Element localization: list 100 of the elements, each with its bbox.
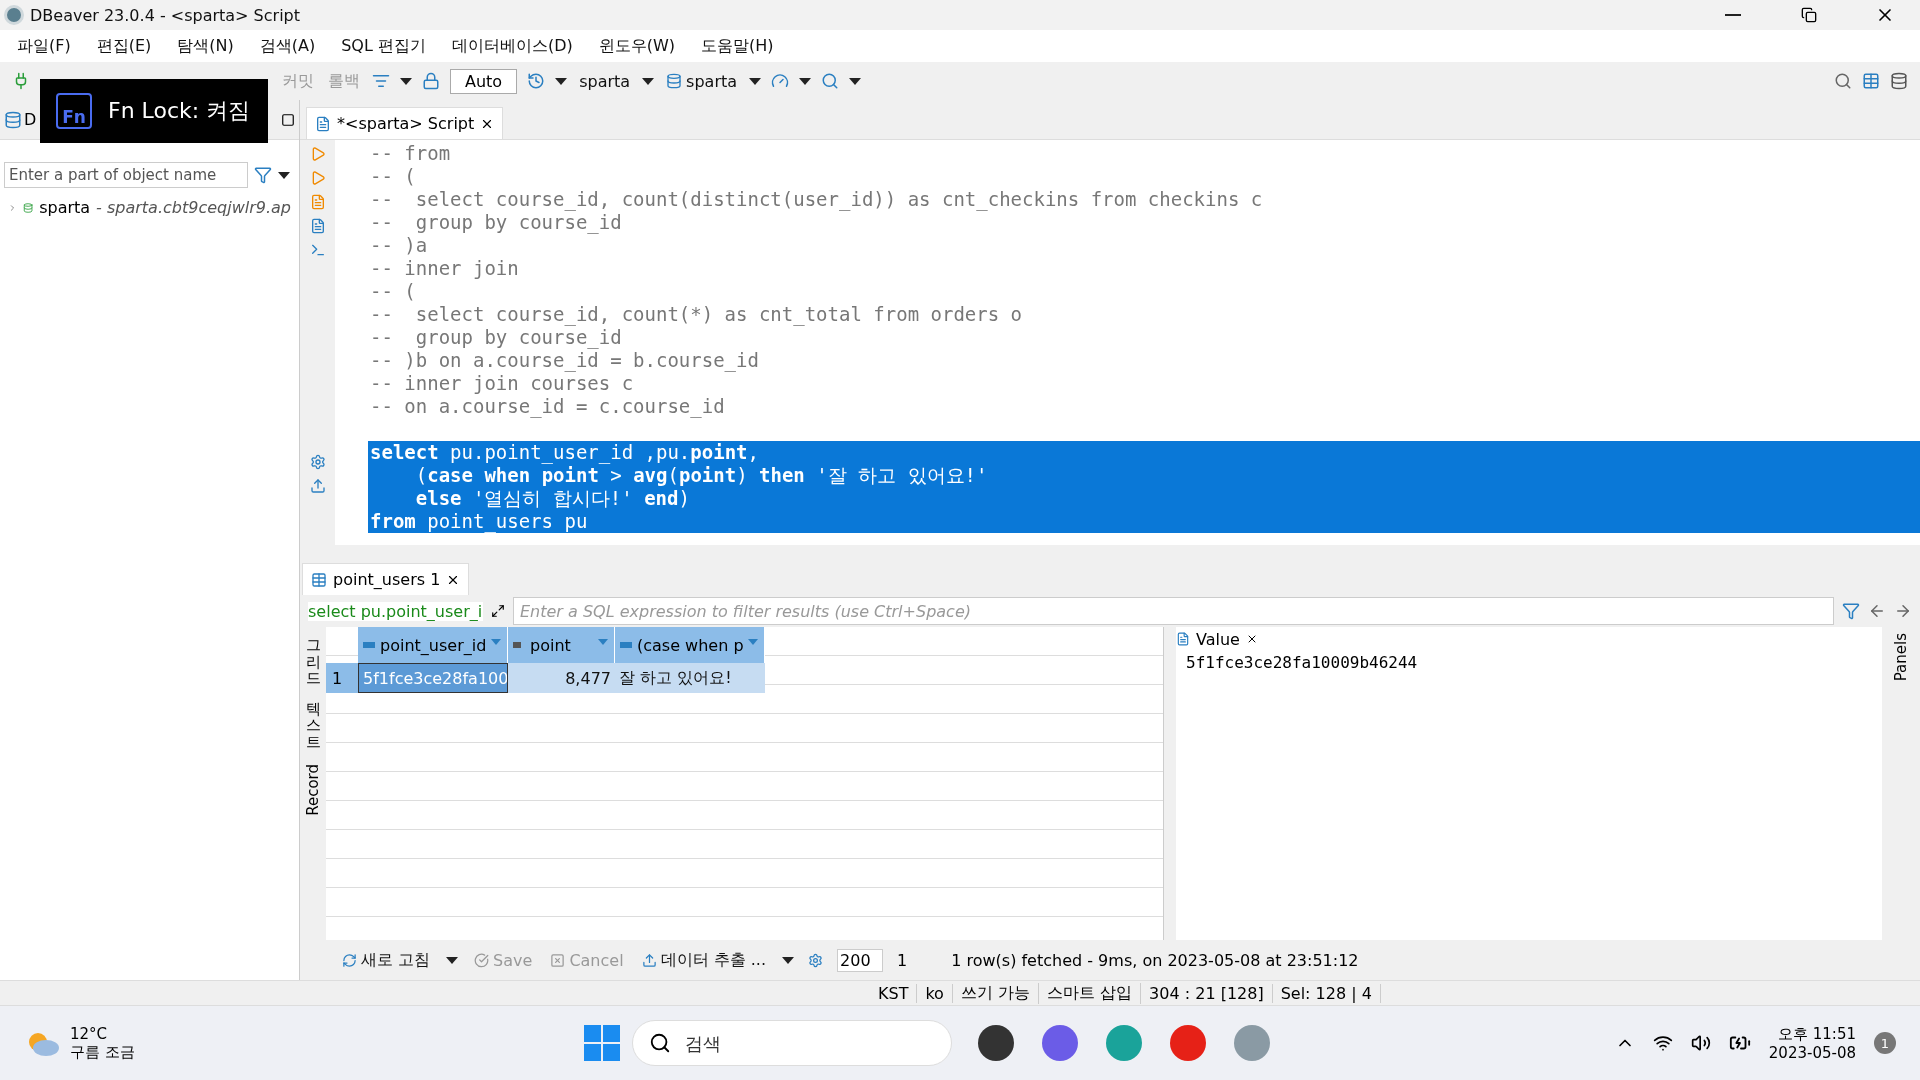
- caret-icon[interactable]: [799, 77, 812, 85]
- navigator-tab[interactable]: D: [24, 110, 37, 129]
- caret-icon[interactable]: [555, 77, 568, 85]
- document-icon: [1176, 632, 1190, 646]
- window-title: DBeaver 23.0.4 - <sparta> Script: [30, 5, 301, 25]
- weather-text: 구름 조금: [70, 1042, 135, 1062]
- schema-selector[interactable]: sparta: [664, 71, 740, 91]
- wifi-icon[interactable]: [1652, 1033, 1673, 1053]
- menu-item[interactable]: 탐색(N): [164, 35, 247, 57]
- menu-item[interactable]: SQL 편집기: [328, 35, 439, 57]
- fetch-size-field[interactable]: 200: [837, 948, 883, 972]
- object-filter-field[interactable]: Enter a part of object name: [4, 162, 248, 188]
- lock-icon[interactable]: [422, 72, 440, 90]
- maximize-icon[interactable]: [281, 112, 295, 127]
- clock-time[interactable]: 오후 11:51: [1768, 1024, 1856, 1044]
- panels-tab[interactable]: Panels: [1892, 633, 1910, 682]
- forward-icon[interactable]: [1894, 602, 1912, 620]
- expand-icon[interactable]: [491, 604, 505, 618]
- tree-item[interactable]: sparta - sparta.cbt9ceqjwlr9.ap: [0, 192, 299, 223]
- fn-lock-text: Fn Lock: 켜짐: [108, 97, 251, 125]
- minimize-icon: [1725, 14, 1741, 16]
- status-item: 스마트 삽입: [1039, 982, 1142, 1004]
- status-message: 1 row(s) fetched - 9ms, on 2023-05-08 at 23:51:12: [951, 950, 1359, 970]
- refresh-button[interactable]: 새로 고침: [340, 949, 433, 971]
- settings-icon[interactable]: [808, 952, 823, 968]
- column-header[interactable]: point_user_id: [358, 627, 508, 663]
- editor-tab[interactable]: *<sparta> Script: [306, 107, 504, 139]
- database-icon[interactable]: [1890, 72, 1908, 90]
- view-tab[interactable]: 그리드: [305, 637, 321, 687]
- database-icon: [4, 110, 22, 129]
- export-button[interactable]: 데이터 추출 ...: [639, 949, 768, 971]
- commit-mode-field[interactable]: Auto: [450, 68, 518, 94]
- status-item: Sel: 128 | 4: [1272, 983, 1381, 1003]
- row-count: 1: [897, 950, 908, 970]
- filter-icon[interactable]: [1842, 602, 1860, 620]
- temperature: 12°C: [70, 1024, 109, 1043]
- view-tab[interactable]: 텍스트: [305, 700, 321, 750]
- caret-icon[interactable]: [642, 77, 655, 85]
- start-icon[interactable]: [584, 1025, 620, 1061]
- table-icon[interactable]: [1862, 72, 1880, 90]
- table-icon: [311, 571, 327, 588]
- volume-icon[interactable]: [1690, 1033, 1711, 1053]
- code-line: -- inner join courses c: [369, 372, 635, 395]
- settings-icon[interactable]: [309, 454, 326, 470]
- clock-date[interactable]: 2023-05-08: [1768, 1043, 1856, 1062]
- app-icon[interactable]: [978, 1025, 1014, 1061]
- caret-icon[interactable]: [446, 956, 459, 964]
- restore-icon: [1801, 7, 1817, 23]
- caret-icon[interactable]: [749, 77, 762, 85]
- menu-item[interactable]: 윈도우(W): [585, 35, 689, 57]
- caret-icon[interactable]: [400, 77, 412, 85]
- fn-key-badge: Fn: [56, 93, 92, 129]
- menu-item[interactable]: 도움말(H): [688, 35, 787, 57]
- format-icon[interactable]: [372, 72, 390, 90]
- table-cell[interactable]: 8,477: [508, 663, 615, 693]
- table-cell[interactable]: 잘 하고 있어요!: [615, 663, 765, 693]
- document-icon[interactable]: [309, 218, 326, 234]
- database-icon: [666, 73, 683, 89]
- query-text: select pu.point_user_i: [308, 601, 483, 621]
- datasource-selector[interactable]: sparta: [577, 71, 633, 91]
- code-line: -- )a: [369, 234, 429, 257]
- taskbar-search-field[interactable]: 검색: [632, 1020, 952, 1066]
- menu-item[interactable]: 편집(E): [83, 35, 165, 57]
- column-header[interactable]: point: [508, 627, 615, 663]
- column-header[interactable]: (case when p: [615, 627, 765, 663]
- cancel-icon: [550, 952, 566, 968]
- code-line: -- (: [369, 280, 417, 303]
- search-icon[interactable]: [1834, 72, 1852, 90]
- app-logo: [4, 5, 24, 25]
- results-tab[interactable]: point_users 1: [302, 563, 470, 595]
- refresh-icon: [342, 952, 357, 968]
- terminal-icon[interactable]: [309, 242, 326, 258]
- gauge-icon[interactable]: [771, 72, 790, 90]
- notification-count[interactable]: 1: [1874, 1032, 1896, 1054]
- connection-name: sparta: [39, 198, 91, 217]
- menu-item[interactable]: 검색(A): [246, 35, 329, 57]
- view-tab[interactable]: Record: [304, 764, 322, 816]
- value-panel-title[interactable]: Value: [1196, 629, 1240, 649]
- filter-icon[interactable]: [254, 166, 272, 184]
- history-icon[interactable]: [527, 72, 546, 90]
- code-line: -- group by course_id: [369, 326, 623, 349]
- menu-item[interactable]: 파일(F): [4, 35, 84, 57]
- export-icon[interactable]: [309, 478, 326, 494]
- caret-icon[interactable]: [849, 77, 862, 85]
- connection-host: - sparta.cbt9ceqjwlr9.ap: [96, 198, 291, 217]
- code-line: -- group by course_id: [369, 211, 623, 234]
- status-item: ko: [917, 983, 953, 1003]
- code-line: -- on a.course_id = c.course_id: [369, 395, 726, 418]
- search-icon[interactable]: [821, 72, 840, 90]
- search-icon: [649, 1032, 671, 1054]
- code-line: -- inner join: [369, 257, 520, 280]
- script-icon: [315, 115, 331, 132]
- status-item: KST: [870, 983, 918, 1003]
- back-icon[interactable]: [1868, 602, 1886, 620]
- code-line: -- select course_id, count(distinct(user_id)) as cnt_checkins from checkins c: [369, 188, 1264, 211]
- sql-filter-field[interactable]: Enter a SQL expression to filter results (use Ctrl+Space): [513, 597, 1834, 625]
- caret-icon[interactable]: [278, 171, 290, 179]
- menu-item[interactable]: 데이터베이스(D): [438, 35, 586, 57]
- caret-icon[interactable]: [782, 956, 794, 964]
- code-line: -- )b on a.course_id = b.course_id: [369, 349, 760, 372]
